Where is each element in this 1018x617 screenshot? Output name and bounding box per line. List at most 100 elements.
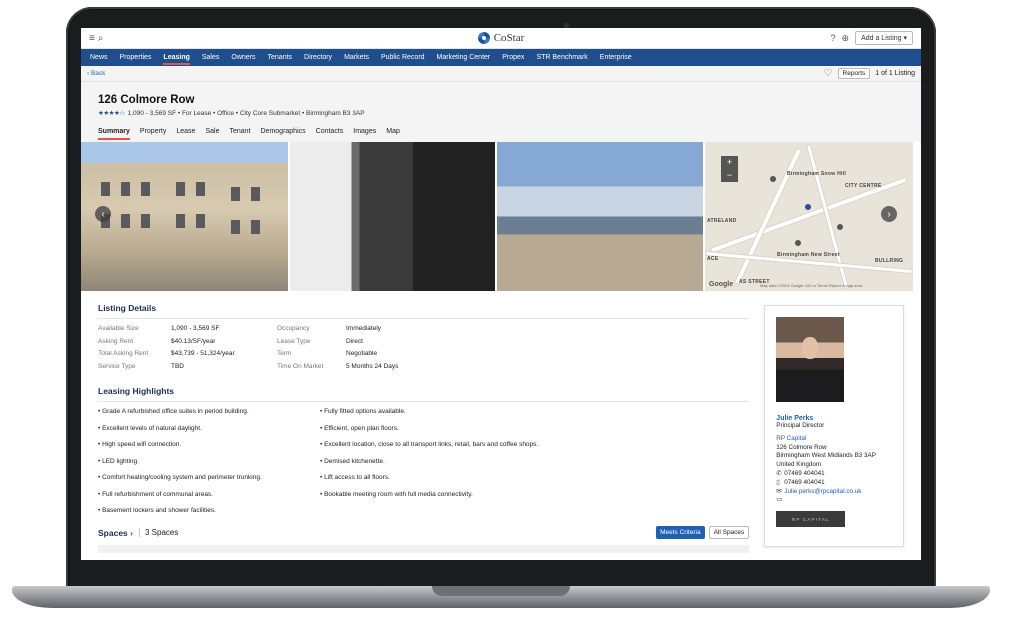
tab-demographics[interactable]: Demographics: [261, 128, 306, 140]
window-shape: [101, 182, 110, 196]
globe-icon[interactable]: ⊕: [842, 33, 850, 44]
leasing-highlights-list: • Grade A refurbished office suites in p…: [98, 408, 749, 514]
map-panel[interactable]: Birmingham Snow Hill CITY CENTRE ATRELAN…: [705, 142, 913, 291]
tab-map[interactable]: Map: [386, 128, 400, 140]
window-shape: [141, 182, 150, 196]
contact-mobile[interactable]: 07469 404041: [784, 479, 824, 486]
street-photo[interactable]: [497, 142, 703, 291]
leasing-highlights-title: Leasing Highlights: [98, 386, 750, 403]
highlight-item: • Bookable meeting room with full media …: [320, 490, 473, 498]
back-link[interactable]: ‹ Back: [87, 70, 105, 77]
window-shape: [251, 187, 260, 201]
logo-mark-icon: [477, 32, 490, 44]
contact-address1: 126 Colmore Row: [776, 443, 827, 451]
costar-logo[interactable]: CoStar: [477, 32, 524, 44]
detail-value: Direct: [346, 337, 363, 345]
nav-item-str-benchmark[interactable]: STR Benchmark: [530, 49, 593, 66]
highlight-item: • Comfort heating/cooling system and per…: [98, 474, 262, 482]
detail-label: Occupancy: [277, 325, 310, 332]
contact-email[interactable]: Julie.perks@rpcapital.co.uk: [784, 488, 861, 495]
tab-summary[interactable]: Summary: [98, 128, 130, 140]
nav-item-owners[interactable]: Owners: [225, 49, 261, 66]
photo-gallery: ‹ Birmingham Snow Hill CITY CENTRE ATREL…: [81, 142, 921, 291]
highlight-item: • High speed wifi connection.: [98, 441, 182, 449]
contact-company[interactable]: RP Capital: [776, 435, 892, 444]
nav-item-news[interactable]: News: [84, 49, 114, 66]
chevron-right-icon: ›: [130, 527, 133, 538]
nav-item-tenants[interactable]: Tenants: [262, 49, 299, 66]
spaces-count: 3 Spaces: [139, 528, 178, 538]
all-spaces-button[interactable]: All Spaces: [708, 526, 750, 540]
gallery-next-arrow[interactable]: ›: [881, 206, 897, 222]
contact-mobile-row: ▯ 07469 404041: [776, 479, 892, 488]
nav-item-public-record[interactable]: Public Record: [375, 49, 431, 66]
listing-details-grid: Available Size 1,090 - 3,569 SF Occupancy I…: [98, 325, 749, 370]
gallery-prev-arrow[interactable]: ‹: [95, 206, 111, 222]
interior-photo[interactable]: [290, 142, 495, 291]
map-label: Birmingham New Street: [777, 252, 840, 258]
nav-item-sales[interactable]: Sales: [196, 49, 226, 66]
highlight-item: • Demised kitchenette.: [320, 457, 385, 465]
listing-meta-text: 1,090 - 3,569 SF • For Lease • Office • …: [127, 109, 365, 117]
meets-criteria-button[interactable]: Meets Criteria: [656, 526, 705, 540]
map-label: CITY CENTRE: [845, 183, 882, 189]
contact-address2: Birmingham West Midlands B3 3AP: [776, 452, 876, 460]
spaces-title[interactable]: Spaces ›: [98, 528, 133, 538]
highlight-item: • Full refurbishment of communal areas.: [98, 490, 213, 498]
nav-item-propex[interactable]: Propex: [496, 49, 530, 66]
add-listing-button[interactable]: Add a Listing ▾: [855, 31, 913, 45]
heart-icon[interactable]: ♡: [824, 68, 833, 79]
menu-icon[interactable]: ≡: [89, 33, 95, 44]
nav-item-properties[interactable]: Properties: [114, 49, 158, 66]
window-shape: [141, 214, 150, 228]
nav-item-markets[interactable]: Markets: [338, 49, 375, 66]
tab-property[interactable]: Property: [140, 128, 166, 140]
sub-bar-right: ♡ Reports 1 of 1 Listing: [824, 68, 915, 79]
detail-label: Service Type: [98, 363, 136, 371]
contact-phone[interactable]: 07469 404041: [784, 470, 824, 477]
rp-capital-logo[interactable]: RP CAPITAL: [776, 511, 846, 528]
map-data-note: Map data ©2024 Google 100 m Terms Report…: [760, 283, 863, 288]
avatar: [776, 317, 845, 402]
search-icon[interactable]: ⌕: [98, 33, 104, 44]
detail-label: Asking Rent: [98, 337, 134, 345]
tab-contacts[interactable]: Contacts: [316, 128, 344, 140]
detail-label: Time On Market: [277, 363, 324, 371]
listing-tabs: Summary Property Lease Sale Tenant Demographi…: [98, 128, 904, 140]
contact-card: Julie Perks Principal Director RP Capita…: [764, 305, 904, 547]
help-icon[interactable]: ?: [831, 33, 836, 43]
detail-value: $43,739 - 51,324/year: [171, 350, 235, 358]
map-zoom-control[interactable]: + −: [721, 156, 738, 182]
contact-name[interactable]: Julie Perks: [776, 415, 892, 422]
building-photo[interactable]: ‹: [81, 142, 288, 291]
content-area: Listing Details Available Size 1,090 - 3,…: [81, 291, 921, 554]
tab-images[interactable]: Images: [353, 128, 376, 140]
listing-count: 1 of 1 Listing: [875, 70, 915, 77]
nav-item-enterprise[interactable]: Enterprise: [594, 49, 638, 66]
nav-item-directory[interactable]: Directory: [298, 49, 338, 66]
highlight-item: • Excellent location, close to all trans…: [320, 441, 539, 449]
tab-tenant[interactable]: Tenant: [229, 128, 250, 140]
highlight-item: • Efficient, open plan floors.: [320, 424, 399, 432]
tab-lease[interactable]: Lease: [176, 128, 195, 140]
laptop-notch: [432, 586, 570, 596]
nav-item-marketing-center[interactable]: Marketing Center: [431, 49, 497, 66]
map-label: ACE: [707, 256, 719, 262]
listing-meta: ★★★★☆ 1,090 - 3,569 SF • For Lease • Off…: [98, 109, 904, 118]
tab-sale[interactable]: Sale: [205, 128, 219, 140]
spaces-heading: Spaces › 3 Spaces: [98, 528, 178, 538]
top-bar: ≡ ⌕ CoStar ? ⊕ Add a Listing ▾: [81, 28, 921, 49]
nav-item-leasing[interactable]: Leasing: [157, 49, 195, 66]
map-poi-icon: [770, 176, 776, 182]
detail-label: Total Asking Rent: [98, 350, 149, 358]
main-nav: News Properties Leasing Sales Owners Tenants D…: [81, 49, 921, 66]
page-title: 126 Colmore Row: [98, 94, 195, 106]
highlight-item: • Fully fitted options available.: [320, 408, 406, 416]
reports-button[interactable]: Reports: [837, 68, 871, 79]
map-pin-icon[interactable]: [805, 204, 811, 210]
vcard-icon[interactable]: ▭: [776, 496, 784, 505]
screen: ≡ ⌕ CoStar ? ⊕ Add a Listing ▾ News Prope…: [81, 28, 921, 560]
window-shape: [231, 220, 240, 234]
highlight-item: • LED lighting.: [98, 457, 139, 465]
window-shape: [196, 214, 205, 228]
